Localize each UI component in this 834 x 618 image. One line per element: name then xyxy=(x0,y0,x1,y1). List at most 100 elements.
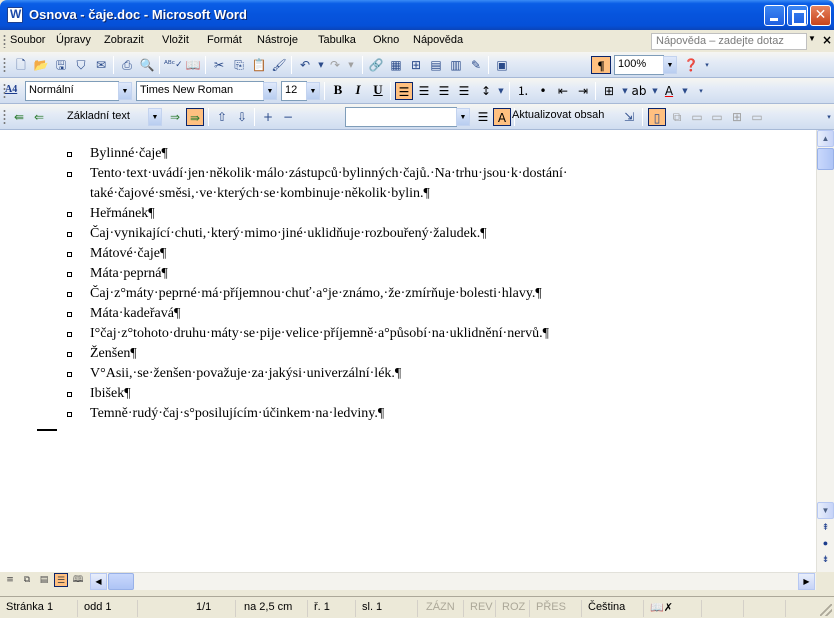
outline-bullet-icon[interactable] xyxy=(67,372,72,377)
font-dropdown-icon[interactable]: ▼ xyxy=(263,82,277,100)
normal-view-icon[interactable]: ≡ xyxy=(3,573,17,587)
increase-indent-icon[interactable]: ⇥ xyxy=(574,82,592,100)
menu-upravy[interactable]: Úpravy xyxy=(56,34,91,46)
vertical-scroll-thumb[interactable] xyxy=(817,148,834,170)
outline-level-combo[interactable]: Základní text xyxy=(67,110,130,122)
scroll-right-icon[interactable]: ▶ xyxy=(798,573,815,590)
zoom-dropdown-icon[interactable]: ▼ xyxy=(663,56,677,74)
show-first-line-icon[interactable]: ☰ xyxy=(474,108,492,126)
status-ovr[interactable]: PŘES xyxy=(532,600,582,617)
cut-icon[interactable]: ✂ xyxy=(210,56,228,74)
bold-icon[interactable]: B xyxy=(329,82,347,100)
demote-icon[interactable]: ⇒ xyxy=(166,108,184,126)
hyperlink-icon[interactable]: 🔗 xyxy=(367,56,385,74)
font-size-dropdown-icon[interactable]: ▼ xyxy=(306,82,320,100)
justify-icon[interactable]: ☰ xyxy=(455,82,473,100)
menu-vlozit[interactable]: Vložit xyxy=(162,34,189,46)
font-size-combo[interactable]: 12 xyxy=(281,81,307,101)
reading-layout-view-icon[interactable]: 🕮 xyxy=(71,573,85,587)
help-dropdown-icon[interactable]: ▼ xyxy=(808,34,816,43)
email-icon[interactable]: ✉ xyxy=(92,56,110,74)
italic-icon[interactable]: I xyxy=(349,82,367,100)
move-up-icon[interactable]: ⇧ xyxy=(213,108,231,126)
resize-grip-icon[interactable] xyxy=(820,604,832,616)
outline-bullet-icon[interactable] xyxy=(67,212,72,217)
merge-subdocument-icon[interactable]: ▭ xyxy=(748,108,766,126)
outline-line[interactable]: V°Asii,·se·ženšen·považuje·za·jakýsi·uni… xyxy=(90,364,401,384)
outline-bullet-icon[interactable] xyxy=(67,412,72,417)
outline-line[interactable]: také·čajové·směsi,·ve·kterých·se·kombinu… xyxy=(90,184,430,204)
outline-bullet-icon[interactable] xyxy=(67,392,72,397)
master-document-view-icon[interactable]: ▯ xyxy=(648,108,666,126)
scroll-up-icon[interactable]: ▲ xyxy=(817,130,834,147)
menu-napoveda[interactable]: Nápověda xyxy=(413,34,463,46)
align-right-icon[interactable]: ☰ xyxy=(435,82,453,100)
show-level-combo[interactable] xyxy=(345,107,457,127)
outline-bullet-icon[interactable] xyxy=(67,312,72,317)
menu-soubor[interactable]: Soubor xyxy=(10,34,45,46)
outline-line[interactable]: Čaj·z°máty·peprné·má·příjemnou·chuť·a°je… xyxy=(90,284,542,304)
permission-icon[interactable]: ⛉ xyxy=(72,56,90,74)
show-level-dropdown-icon[interactable]: ▼ xyxy=(456,108,470,126)
promote-to-heading1-icon[interactable]: ⇚ xyxy=(10,108,28,126)
show-formatting-icon[interactable]: A xyxy=(493,108,511,126)
outline-level-dropdown-icon[interactable]: ▼ xyxy=(148,108,162,126)
font-combo[interactable]: Times New Roman xyxy=(136,81,264,101)
outline-bullet-icon[interactable] xyxy=(67,352,72,357)
copy-icon[interactable]: ⎘ xyxy=(230,56,248,74)
print-icon[interactable]: ⎙ xyxy=(118,56,136,74)
close-button[interactable]: ✕ xyxy=(810,5,831,26)
print-layout-view-icon[interactable]: ▤ xyxy=(37,573,51,587)
horizontal-scroll-thumb[interactable] xyxy=(108,573,134,590)
styles-pane-icon[interactable]: A4 xyxy=(5,84,19,98)
word-document-icon[interactable] xyxy=(7,7,23,23)
outline-bullet-icon[interactable] xyxy=(67,272,72,277)
outline-bullet-icon[interactable] xyxy=(67,152,72,157)
document-close-icon[interactable]: × xyxy=(822,33,832,47)
outline-bullet-icon[interactable] xyxy=(67,252,72,257)
select-browse-object-icon[interactable]: ● xyxy=(817,536,834,551)
scroll-left-icon[interactable]: ◀ xyxy=(90,573,107,590)
outline-line[interactable]: Máta·kadeřavá¶ xyxy=(90,304,180,324)
outline-line[interactable]: I°čaj·z°tohoto·druhu·máty·se·pije·velice… xyxy=(90,324,549,344)
columns-icon[interactable]: ▥ xyxy=(447,56,465,74)
outline-line[interactable]: Mátové·čaje¶ xyxy=(90,244,166,264)
new-document-icon[interactable]: 🗋 xyxy=(12,56,30,74)
promote-icon[interactable]: ⇐ xyxy=(30,108,48,126)
minimize-button[interactable] xyxy=(764,5,785,26)
status-column[interactable]: sl. 1 xyxy=(358,600,418,617)
format-painter-icon[interactable]: 🖌 xyxy=(270,56,288,74)
toolbar-grip[interactable] xyxy=(3,57,6,73)
zoom-combo[interactable]: 100% xyxy=(614,55,664,75)
outline-line[interactable]: Tento·text·uvádí·jen·několik·málo·zástup… xyxy=(90,164,568,184)
collapse-icon[interactable]: − xyxy=(279,108,297,126)
document-map-icon[interactable]: ▣ xyxy=(493,56,511,74)
tables-borders-icon[interactable]: ▦ xyxy=(387,56,405,74)
save-icon[interactable]: 🖫 xyxy=(52,56,70,74)
insert-excel-icon[interactable]: ▤ xyxy=(427,56,445,74)
scroll-down-icon[interactable]: ▼ xyxy=(817,502,834,519)
decrease-indent-icon[interactable]: ⇤ xyxy=(554,82,572,100)
outline-line[interactable]: Ibišek¶ xyxy=(90,384,131,404)
outline-bullet-icon[interactable] xyxy=(67,172,72,177)
show-hide-pilcrow-icon[interactable]: ¶ xyxy=(591,56,611,74)
toolbar-options-icon[interactable]: ▾ xyxy=(820,108,834,126)
outline-line[interactable]: Bylinné·čaje¶ xyxy=(90,144,168,164)
web-layout-view-icon[interactable]: ⧉ xyxy=(20,573,34,587)
insert-subdocument-icon[interactable]: ⊞ xyxy=(728,108,746,126)
outline-line[interactable]: Heřmánek¶ xyxy=(90,204,155,224)
menu-format[interactable]: Formát xyxy=(207,34,242,46)
spelling-icon[interactable]: ᴬᴮᶜ✓ xyxy=(164,56,183,74)
next-page-icon[interactable]: ⇟ xyxy=(817,552,834,567)
numbering-icon[interactable]: ⒈ xyxy=(514,82,532,100)
paste-icon[interactable]: 📋 xyxy=(250,56,268,74)
status-ext[interactable]: ROZ xyxy=(498,600,530,617)
align-left-icon[interactable]: ☰ xyxy=(395,82,413,100)
outline-bullet-icon[interactable] xyxy=(67,292,72,297)
status-page[interactable]: Stránka 1 xyxy=(2,600,78,617)
remove-subdocument-icon[interactable]: ▭ xyxy=(708,108,726,126)
menu-grip[interactable] xyxy=(3,34,6,48)
toolbar-options-icon[interactable]: ▾ xyxy=(692,82,710,100)
outline-line[interactable]: Temně·rudý·čaj·s°posilujícím·účinkem·na·… xyxy=(90,404,384,424)
outline-line[interactable]: Ženšen¶ xyxy=(90,344,137,364)
